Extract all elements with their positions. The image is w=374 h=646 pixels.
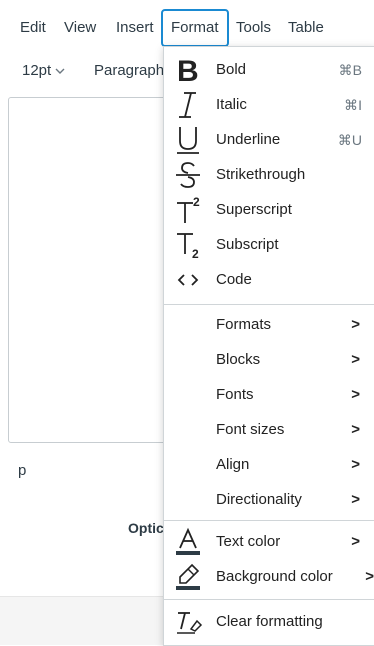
block-format-value: Paragraph: [94, 62, 165, 79]
menu-item-label: Underline: [216, 131, 281, 148]
background-color-icon: [168, 560, 208, 594]
clear-formatting-icon: [168, 605, 208, 639]
chevron-right-icon: >: [351, 386, 360, 403]
menu-item-label: Bold: [216, 61, 247, 78]
chevron-right-icon: >: [351, 491, 360, 508]
menu-item-label: Subscript: [216, 236, 279, 253]
italic-icon: [168, 88, 208, 122]
font-size-select[interactable]: 12pt: [22, 52, 65, 90]
shortcut-label: ⌘B: [338, 62, 362, 78]
menu-item-label: Fonts: [216, 386, 254, 403]
strikethrough-icon: [168, 158, 208, 192]
menu-item-text-color[interactable]: Text color >: [164, 525, 374, 559]
menu-item-label: Strikethrough: [216, 166, 306, 183]
menu-edit[interactable]: Edit: [10, 9, 56, 47]
chevron-right-icon: >: [351, 533, 360, 550]
block-format-select[interactable]: Paragraph: [94, 52, 164, 90]
menu-item-label: Align: [216, 456, 250, 473]
text-color-icon: [168, 525, 208, 559]
chevron-right-icon: >: [351, 316, 360, 333]
options-label: Optic: [128, 520, 164, 536]
menu-tools[interactable]: Tools: [226, 9, 281, 47]
shortcut-label: ⌘U: [337, 132, 362, 148]
shortcut-label: ⌘I: [344, 97, 362, 113]
menu-item-code[interactable]: Code: [164, 263, 374, 297]
menu-item-label: Font sizes: [216, 421, 285, 438]
menu-separator: [164, 304, 374, 305]
menu-item-label: Italic: [216, 96, 247, 113]
menu-item-font-sizes[interactable]: Font sizes >: [164, 413, 374, 447]
menu-item-label: Background color: [216, 568, 333, 585]
format-menu: B Bold ⌘B Italic ⌘I Underline ⌘U Striket…: [163, 46, 374, 646]
menu-separator: [164, 520, 374, 521]
menu-item-directionality[interactable]: Directionality >: [164, 483, 374, 517]
menu-item-label: Superscript: [216, 201, 292, 218]
menubar: Edit View Insert Format Tools Table: [0, 0, 374, 48]
menu-view[interactable]: View: [54, 9, 106, 47]
bold-icon: B: [168, 53, 208, 87]
svg-text:B: B: [177, 55, 199, 85]
menu-item-superscript[interactable]: 2 Superscript: [164, 193, 374, 227]
menu-item-underline[interactable]: Underline ⌘U: [164, 123, 374, 157]
chevron-right-icon: >: [351, 351, 360, 368]
menu-item-fonts[interactable]: Fonts >: [164, 378, 374, 412]
subscript-icon: 2: [168, 228, 208, 262]
menu-item-bold[interactable]: B Bold ⌘B: [164, 53, 374, 87]
font-size-value: 12pt: [22, 62, 52, 79]
svg-text:2: 2: [193, 195, 200, 209]
chevron-down-icon: [55, 53, 65, 91]
svg-text:2: 2: [192, 247, 199, 260]
menu-item-strikethrough[interactable]: Strikethrough: [164, 158, 374, 192]
menu-item-italic[interactable]: Italic ⌘I: [164, 88, 374, 122]
underline-icon: [168, 123, 208, 157]
menu-item-label: Text color: [216, 533, 281, 550]
menu-item-blocks[interactable]: Blocks >: [164, 343, 374, 377]
chevron-right-icon: >: [351, 456, 360, 473]
menu-item-formats[interactable]: Formats >: [164, 308, 374, 342]
menu-item-background-color[interactable]: Background color >: [164, 560, 374, 594]
menu-item-clear-formatting[interactable]: Clear formatting: [164, 605, 374, 639]
menu-item-label: Clear formatting: [216, 613, 323, 630]
menu-item-label: Formats: [216, 316, 272, 333]
superscript-icon: 2: [168, 193, 208, 227]
chevron-right-icon: >: [351, 421, 360, 438]
element-path: p: [18, 462, 27, 479]
menu-table[interactable]: Table: [278, 9, 334, 47]
menu-item-label: Directionality: [216, 491, 302, 508]
chevron-right-icon: >: [365, 568, 374, 585]
menu-item-label: Blocks: [216, 351, 261, 368]
menu-format[interactable]: Format: [161, 9, 229, 47]
menu-item-label: Code: [216, 271, 252, 288]
code-icon: [168, 263, 208, 297]
menu-insert[interactable]: Insert: [106, 9, 164, 47]
menu-separator: [164, 599, 374, 600]
menu-item-align[interactable]: Align >: [164, 448, 374, 482]
menu-item-subscript[interactable]: 2 Subscript: [164, 228, 374, 262]
